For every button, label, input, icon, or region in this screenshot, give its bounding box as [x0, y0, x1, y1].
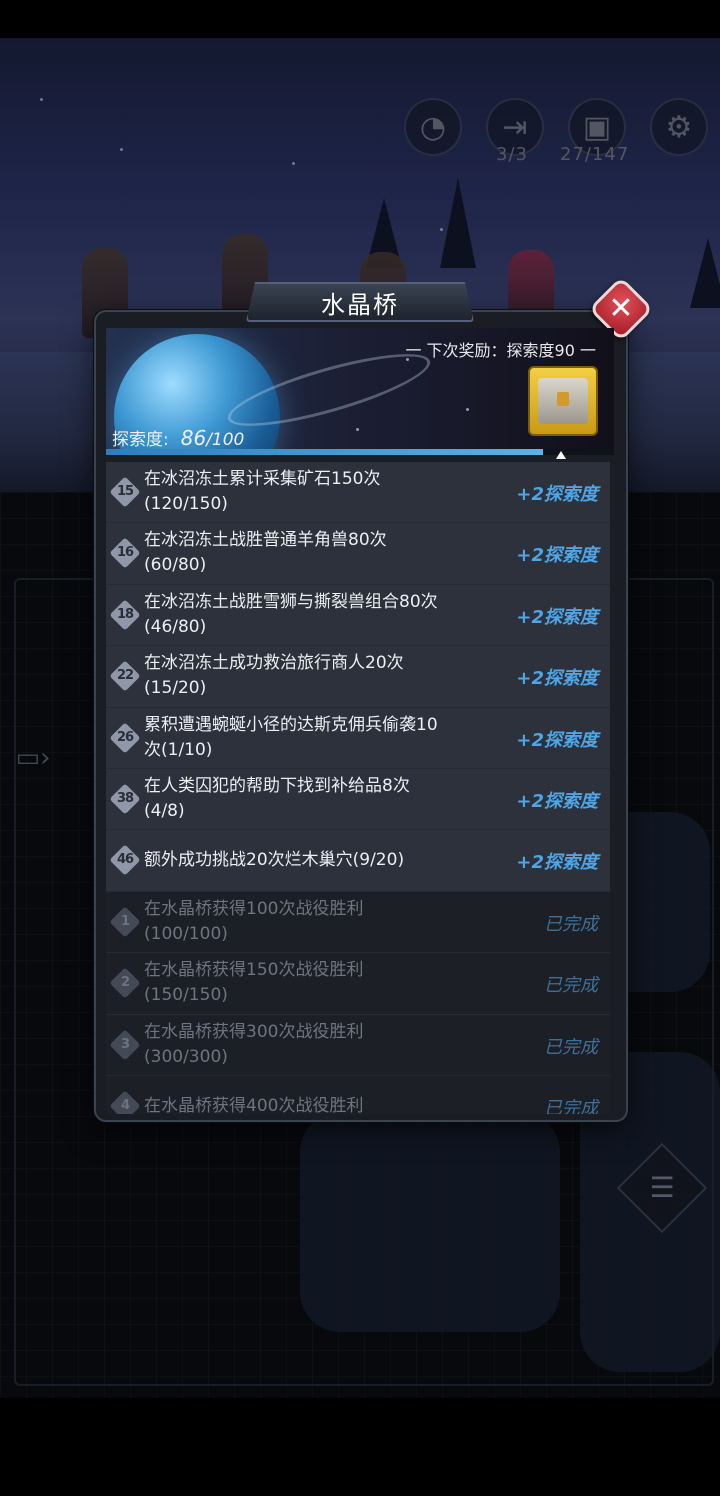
task-number: 38	[116, 790, 134, 806]
task-number-badge: 1	[109, 906, 141, 938]
task-description: 在冰沼冻土成功救治旅行商人20次 (15/20)	[144, 651, 504, 701]
task-description: 在水晶桥获得400次战役胜利	[144, 1094, 504, 1114]
task-progress: (300/300)	[144, 1046, 228, 1067]
task-number: 2	[120, 975, 130, 991]
task-number-badge: 3	[109, 1028, 141, 1061]
task-number: 46	[116, 852, 134, 868]
task-progress: (4/8)	[144, 800, 185, 821]
task-number: 22	[116, 668, 134, 684]
chest-lock	[557, 392, 569, 406]
task-number: 18	[116, 606, 134, 622]
task-progress: (100/100)	[144, 923, 228, 944]
exploration-progress-bar	[106, 449, 614, 455]
reward-chest-icon[interactable]	[528, 366, 598, 436]
task-row[interactable]: 16 在冰沼冻土战胜普通羊角兽80次 (60/80) +2探索度	[106, 523, 610, 585]
task-text-line: 在冰沼冻土成功救治旅行商人20次	[144, 653, 404, 674]
task-progress: 次(1/10)	[144, 739, 213, 760]
task-text-line: 在冰沼冻土累计采集矿石150次	[144, 469, 381, 489]
task-list[interactable]: 15 在冰沼冻土累计采集矿石150次 (120/150) +2探索度 16 在冰沼冻土战胜…	[106, 462, 614, 1114]
close-icon: ✕	[608, 291, 634, 326]
task-text-line: 额外成功挑战20次烂木巢穴(9/20)	[144, 850, 405, 871]
task-number-badge: 4	[109, 1090, 141, 1114]
task-progress: (120/150)	[144, 494, 228, 514]
task-description: 在冰沼冻土战胜雪狮与撕裂兽组合80次 (46/80)	[144, 590, 504, 640]
task-progress: (150/150)	[144, 985, 228, 1006]
area-banner: 一 下次奖励：探索度90 一 探索度: 86/100	[106, 328, 614, 452]
exploration-max: /100	[206, 430, 245, 450]
task-text-line: 在水晶桥获得300次战役胜利	[144, 1021, 364, 1042]
task-number-badge: 18	[109, 599, 141, 631]
task-row[interactable]: 26 累积遭遇蜿蜒小径的达斯克佣兵偷袭10 次(1/10) +2探索度	[106, 707, 610, 769]
task-number: 26	[116, 729, 134, 745]
task-number: 16	[116, 545, 134, 561]
task-row[interactable]: 38 在人类囚犯的帮助下找到补给品8次 (4/8) +2探索度	[106, 768, 610, 831]
task-text-line: 在水晶桥获得400次战役胜利	[144, 1095, 364, 1114]
exploration-progress-fill	[106, 449, 543, 455]
task-description: 在水晶桥获得150次战役胜利 (150/150)	[144, 958, 504, 1008]
task-text-line: 在水晶桥获得100次战役胜利	[144, 898, 364, 919]
task-description: 在冰沼冻土战胜普通羊角兽80次 (60/80)	[144, 528, 504, 578]
task-number-badge: 15	[109, 476, 141, 508]
next-reward-text: 一 下次奖励：探索度90 一	[405, 341, 596, 360]
task-row[interactable]: 46 额外成功挑战20次烂木巢穴(9/20) +2探索度	[106, 830, 610, 892]
task-reward: +2探索度	[516, 729, 598, 751]
task-progress: (60/80)	[144, 555, 207, 576]
task-progress: (15/20)	[144, 678, 207, 699]
exploration-score: 探索度: 86/100	[112, 425, 244, 450]
task-text-line: 在水晶桥获得150次战役胜利	[144, 960, 364, 981]
task-description: 在冰沼冻土累计采集矿石150次 (120/150)	[144, 467, 504, 517]
task-row[interactable]: 1 在水晶桥获得100次战役胜利 (100/100) 已完成	[106, 891, 610, 954]
task-text-line: 在人类囚犯的帮助下找到补给品8次	[144, 775, 410, 796]
task-text-line: 在冰沼冻土战胜普通羊角兽80次	[144, 530, 387, 551]
reward-threshold-marker	[556, 451, 566, 459]
task-row[interactable]: 15 在冰沼冻土累计采集矿石150次 (120/150) +2探索度	[106, 462, 610, 524]
task-text-line: 在冰沼冻土战胜雪狮与撕裂兽组合80次	[144, 591, 438, 612]
task-reward: +2探索度	[516, 852, 598, 874]
task-description: 在水晶桥获得100次战役胜利 (100/100)	[144, 897, 504, 947]
task-description: 在水晶桥获得300次战役胜利 (300/300)	[144, 1020, 504, 1070]
task-number: 3	[120, 1036, 130, 1052]
task-row[interactable]: 3 在水晶桥获得300次战役胜利 (300/300) 已完成	[106, 1014, 610, 1076]
task-reward: +2探索度	[516, 790, 598, 812]
task-progress: (46/80)	[144, 616, 207, 637]
task-number-badge: 2	[109, 967, 141, 999]
task-number: 1	[120, 913, 130, 929]
task-row[interactable]: 22 在冰沼冻土成功救治旅行商人20次 (15/20) +2探索度	[106, 646, 610, 708]
exploration-label: 探索度:	[112, 430, 169, 450]
dialog-title: 水晶桥	[246, 282, 474, 322]
task-reward: +2探索度	[516, 606, 598, 628]
task-description: 在人类囚犯的帮助下找到补给品8次 (4/8)	[144, 774, 504, 824]
task-number-badge: 38	[109, 783, 141, 815]
task-reward: 已完成	[544, 1036, 598, 1058]
task-number: 4	[120, 1097, 130, 1113]
task-reward: 已完成	[544, 1097, 598, 1114]
task-row[interactable]: 4 在水晶桥获得400次战役胜利 已完成	[106, 1075, 610, 1114]
task-number-badge: 26	[109, 722, 141, 754]
task-reward: 已完成	[544, 975, 598, 997]
task-number-badge: 22	[109, 660, 141, 692]
task-reward: +2探索度	[516, 668, 598, 690]
task-text-line: 累积遭遇蜿蜒小径的达斯克佣兵偷袭10	[144, 714, 438, 735]
task-number-badge: 16	[109, 537, 141, 569]
task-description: 额外成功挑战20次烂木巢穴(9/20)	[144, 848, 504, 873]
task-row[interactable]: 2 在水晶桥获得150次战役胜利 (150/150) 已完成	[106, 953, 610, 1015]
task-description: 累积遭遇蜿蜒小径的达斯克佣兵偷袭10 次(1/10)	[144, 713, 504, 763]
task-reward: 已完成	[544, 913, 598, 935]
task-number: 15	[116, 484, 134, 499]
task-row[interactable]: 18 在冰沼冻土战胜雪狮与撕裂兽组合80次 (46/80) +2探索度	[106, 584, 610, 647]
task-number-badge: 46	[109, 844, 141, 876]
task-reward: +2探索度	[516, 545, 598, 567]
star	[466, 408, 469, 411]
task-reward: +2探索度	[516, 484, 598, 505]
star	[356, 428, 359, 431]
exploration-value: 86	[180, 426, 207, 450]
